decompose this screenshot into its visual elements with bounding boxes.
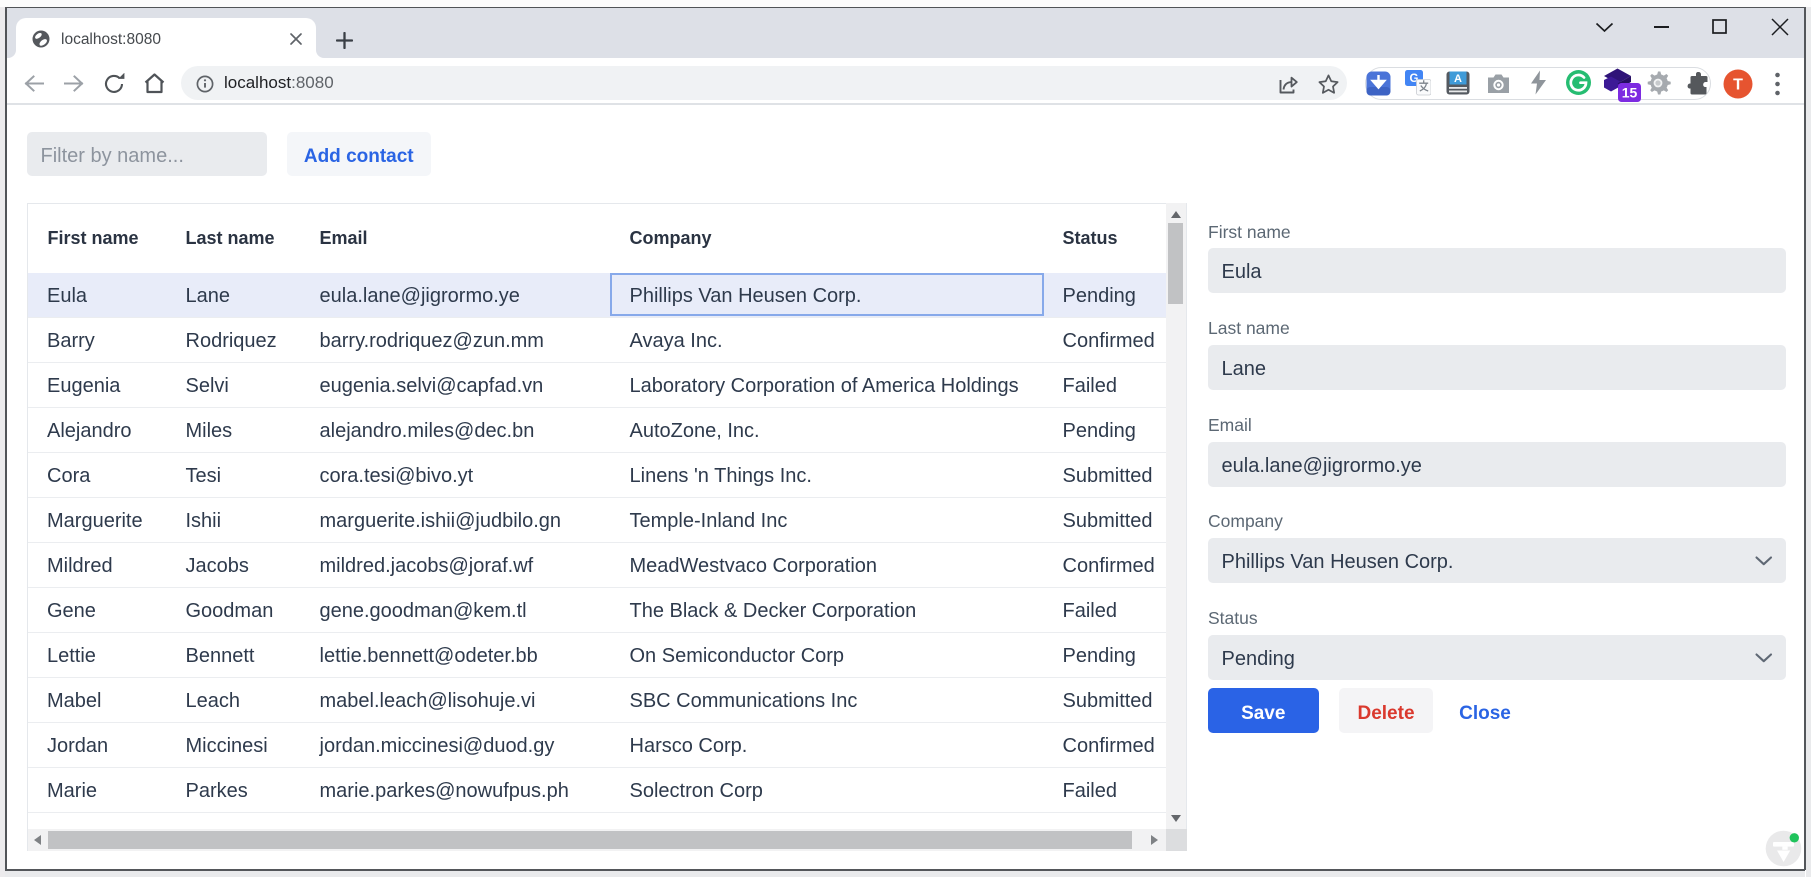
svg-text:A: A <box>1454 73 1462 85</box>
svg-text:15: 15 <box>1622 85 1638 101</box>
svg-text:T: T <box>1733 77 1743 94</box>
